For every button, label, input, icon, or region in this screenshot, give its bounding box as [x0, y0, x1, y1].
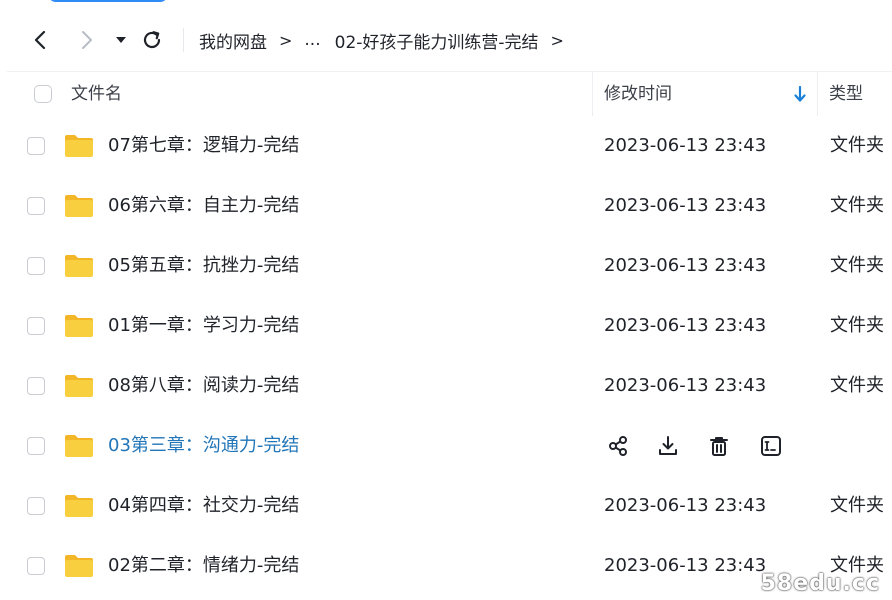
- download-button[interactable]: [654, 432, 682, 460]
- sort-desc-button[interactable]: [793, 85, 807, 103]
- folder-icon: [63, 373, 95, 399]
- folder-icon: [63, 553, 95, 579]
- column-header-name[interactable]: 文件名: [71, 72, 122, 116]
- file-name[interactable]: 02第二章：情绪力-完结: [108, 536, 299, 596]
- breadcrumb-separator: >: [279, 30, 293, 50]
- history-dropdown-button[interactable]: [107, 18, 135, 62]
- caret-down-icon: [116, 37, 126, 43]
- row-checkbox[interactable]: [27, 437, 45, 455]
- modified-time: 2023-06-13 23:43: [604, 375, 767, 396]
- select-all-checkbox[interactable]: [34, 85, 52, 103]
- row-checkbox[interactable]: [27, 137, 45, 155]
- sort-arrow-down-icon: [794, 85, 806, 102]
- rename-button[interactable]: [757, 432, 785, 460]
- table-header: 文件名 修改时间 类型: [7, 71, 892, 116]
- row-checkbox[interactable]: [27, 317, 45, 335]
- folder-icon: [63, 133, 95, 159]
- modified-time: 2023-06-13 23:43: [604, 555, 767, 576]
- delete-button[interactable]: [705, 432, 733, 460]
- column-header-time[interactable]: 修改时间: [604, 72, 672, 116]
- table-row[interactable]: 01第一章：学习力-完结 2023-06-13 23:43 文件夹: [0, 296, 892, 356]
- modified-time: 2023-06-13 23:43: [604, 315, 767, 336]
- modified-time: 2023-06-13 23:43: [604, 495, 767, 516]
- toolbar: 我的网盘 > ... 02-好孩子能力训练营-完结 >: [0, 18, 892, 62]
- breadcrumb-current[interactable]: 02-好孩子能力训练营-完结: [335, 28, 539, 53]
- column-header-type[interactable]: 类型: [829, 72, 863, 116]
- row-checkbox[interactable]: [27, 257, 45, 275]
- table-row[interactable]: 06第六章：自主力-完结 2023-06-13 23:43 文件夹: [0, 176, 892, 236]
- row-checkbox[interactable]: [27, 557, 45, 575]
- row-checkbox[interactable]: [27, 197, 45, 215]
- file-type: 文件夹: [830, 375, 884, 396]
- rename-icon: [761, 436, 781, 456]
- breadcrumb-ellipsis[interactable]: ...: [304, 30, 320, 50]
- folder-icon: [63, 313, 95, 339]
- file-type: 文件夹: [830, 135, 884, 156]
- file-type: 文件夹: [830, 195, 884, 216]
- folder-icon: [63, 493, 95, 519]
- file-name[interactable]: 04第四章：社交力-完结: [108, 476, 299, 536]
- watermark-text: 58edu.cc: [760, 571, 880, 596]
- share-button[interactable]: [604, 432, 632, 460]
- table-row-hovered[interactable]: 03第三章：沟通力-完结: [0, 416, 892, 476]
- file-name[interactable]: 05第五章：抗挫力-完结: [108, 236, 299, 296]
- modified-time: 2023-06-13 23:43: [604, 255, 767, 276]
- share-icon: [609, 436, 627, 456]
- file-name[interactable]: 01第一章：学习力-完结: [108, 296, 299, 356]
- folder-icon: [63, 193, 95, 219]
- toolbar-divider: [183, 28, 184, 52]
- file-name[interactable]: 08第八章：阅读力-完结: [108, 356, 299, 416]
- trash-icon: [710, 437, 728, 456]
- column-divider[interactable]: [592, 72, 593, 116]
- folder-icon: [63, 253, 95, 279]
- folder-icon: [63, 433, 95, 459]
- refresh-icon: [143, 31, 161, 49]
- download-icon: [659, 436, 677, 455]
- table-row[interactable]: 04第四章：社交力-完结 2023-06-13 23:43 文件夹: [0, 476, 892, 536]
- file-name[interactable]: 07第七章：逻辑力-完结: [108, 116, 299, 176]
- file-name[interactable]: 03第三章：沟通力-完结: [108, 416, 299, 476]
- chevron-left-icon: [34, 30, 46, 50]
- modified-time: 2023-06-13 23:43: [604, 135, 767, 156]
- file-type: 文件夹: [830, 255, 884, 276]
- top-accent-bar: [48, 0, 168, 2]
- table-row[interactable]: 02第二章：情绪力-完结 2023-06-13 23:43 文件夹: [0, 536, 892, 596]
- breadcrumb: 我的网盘 > ... 02-好孩子能力训练营-完结 >: [199, 18, 576, 62]
- refresh-button[interactable]: [137, 18, 167, 62]
- breadcrumb-root[interactable]: 我的网盘: [199, 28, 267, 53]
- row-checkbox[interactable]: [27, 497, 45, 515]
- table-row[interactable]: 05第五章：抗挫力-完结 2023-06-13 23:43 文件夹: [0, 236, 892, 296]
- modified-time: 2023-06-13 23:43: [604, 195, 767, 216]
- table-row[interactable]: 07第七章：逻辑力-完结 2023-06-13 23:43 文件夹: [0, 116, 892, 176]
- chevron-right-icon: [82, 31, 92, 49]
- file-type: 文件夹: [830, 495, 884, 516]
- forward-button[interactable]: [72, 18, 102, 62]
- back-button[interactable]: [25, 18, 55, 62]
- file-name[interactable]: 06第六章：自主力-完结: [108, 176, 299, 236]
- breadcrumb-separator: >: [550, 30, 564, 50]
- file-type: 文件夹: [830, 315, 884, 336]
- row-checkbox[interactable]: [27, 377, 45, 395]
- table-row[interactable]: 08第八章：阅读力-完结 2023-06-13 23:43 文件夹: [0, 356, 892, 416]
- column-divider[interactable]: [817, 72, 818, 116]
